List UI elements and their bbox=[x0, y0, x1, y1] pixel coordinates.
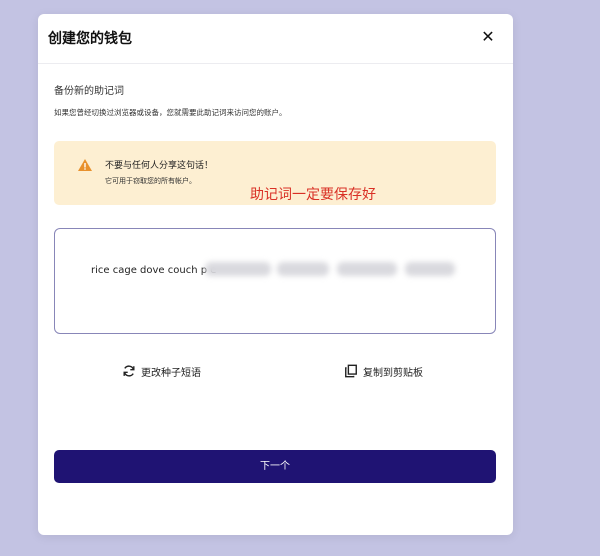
copy-icon bbox=[345, 364, 357, 378]
refresh-icon bbox=[123, 365, 135, 377]
close-icon[interactable]: ✕ bbox=[479, 28, 497, 46]
next-button[interactable]: 下一个 bbox=[54, 450, 496, 483]
seed-phrase-text: rice cage dove couch p e bbox=[91, 265, 217, 276]
modal-title: 创建您的钱包 bbox=[48, 31, 132, 47]
refresh-seed-button[interactable]: 更改种子短语 bbox=[122, 362, 201, 380]
copy-to-clipboard-button[interactable]: 复制到剪贴板 bbox=[344, 362, 423, 380]
refresh-seed-label: 更改种子短语 bbox=[141, 367, 201, 379]
modal-header: 创建您的钱包 ✕ bbox=[38, 14, 513, 64]
red-annotation-text: 助记词一定要保存好 bbox=[250, 187, 376, 203]
blurred-word bbox=[405, 262, 455, 276]
section-description: 如果您曾经切换过浏览器或设备，您就需要此助记词来访问您的账户。 bbox=[54, 108, 287, 117]
blurred-word bbox=[337, 262, 397, 276]
copy-to-clipboard-label: 复制到剪贴板 bbox=[363, 367, 423, 379]
warning-triangle-icon bbox=[78, 159, 92, 171]
create-wallet-modal: 创建您的钱包 ✕ 备份新的助记词 如果您曾经切换过浏览器或设备，您就需要此助记词… bbox=[38, 14, 513, 535]
blurred-word bbox=[277, 262, 329, 276]
seed-phrase-box[interactable]: rice cage dove couch p e bbox=[54, 228, 496, 334]
warning-subtitle: 它可用于窃取您的所有帐户。 bbox=[105, 177, 196, 185]
blurred-word bbox=[205, 262, 271, 276]
warning-title: 不要与任何人分享这句话！ bbox=[105, 161, 214, 171]
section-title: 备份新的助记词 bbox=[54, 86, 124, 97]
